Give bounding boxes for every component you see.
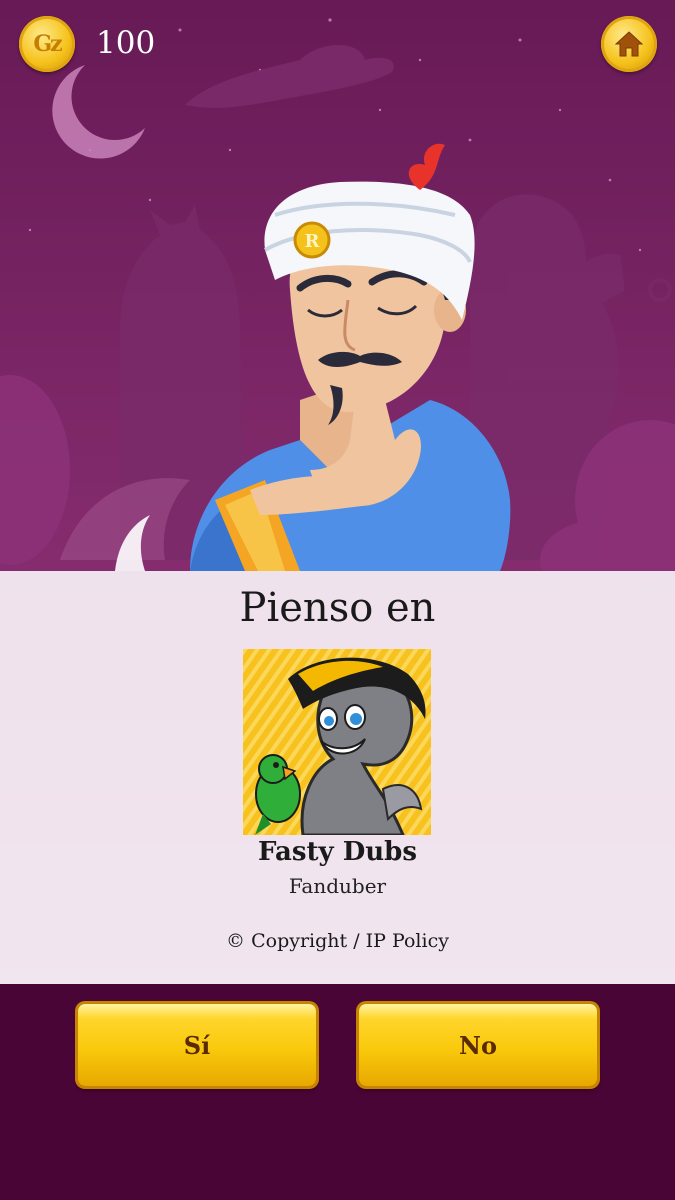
no-button[interactable]: No [359,1004,597,1086]
yes-button[interactable]: Sí [78,1004,316,1086]
result-title: Pienso en [239,585,436,631]
coin-count: 100 [96,25,156,61]
character-description: Fanduber [288,874,387,898]
home-icon [614,31,644,57]
coin-icon: Gz [19,16,75,72]
character-name: Fasty Dubs [258,837,417,867]
home-button[interactable] [601,16,657,72]
character-image [243,649,431,835]
copyright-link[interactable]: © Copyright / IP Policy [0,930,675,952]
coin-label: Gz [33,31,62,57]
svg-text:R: R [305,231,321,252]
